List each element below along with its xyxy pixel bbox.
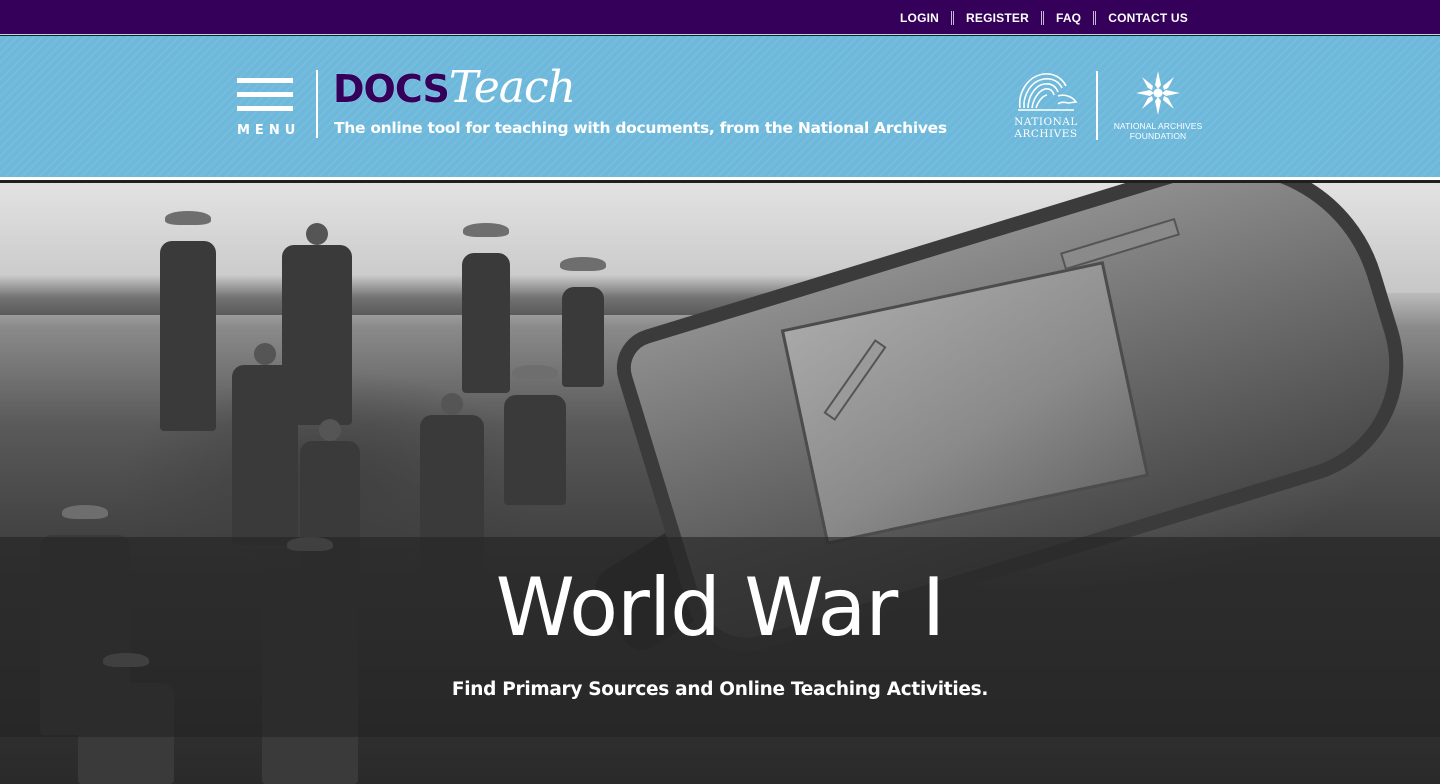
naf-line1: NATIONAL ARCHIVES: [1113, 121, 1203, 131]
logo-docs-text: DOCS: [333, 67, 450, 111]
photo-soldier-helmet: [62, 505, 108, 519]
site-header: MENU DOCSTeach The online tool for teach…: [0, 36, 1440, 180]
photo-soldier-helmet: [512, 365, 558, 379]
hamburger-icon: [237, 78, 293, 83]
photo-soldier: [232, 343, 298, 545]
utility-bar: LOGIN REGISTER FAQ CONTACT US: [0, 0, 1440, 35]
hero-subtitle: Find Primary Sources and Online Teaching…: [451, 679, 989, 700]
menu-button[interactable]: MENU: [237, 78, 295, 138]
photo-soldier-helmet: [165, 211, 211, 225]
eagle-icon: [1018, 73, 1078, 111]
naf-line2: FOUNDATION: [1129, 131, 1187, 141]
register-link[interactable]: REGISTER: [954, 11, 1041, 25]
photo-soldier-head: [306, 223, 328, 245]
header-divider: [1096, 71, 1098, 140]
utility-nav: LOGIN REGISTER FAQ CONTACT US: [888, 0, 1200, 35]
hero-title: World War I: [495, 561, 946, 654]
hero-banner: World War I Find Primary Sources and Onl…: [0, 183, 1440, 784]
photo-soldier: [504, 365, 566, 505]
na-line2: ARCHIVES: [1014, 128, 1078, 140]
foundation-text: NATIONAL ARCHIVES FOUNDATION: [1110, 121, 1206, 141]
national-archives-text: NATIONAL ARCHIVES: [1008, 116, 1084, 140]
docsteach-logo[interactable]: DOCSTeach: [333, 62, 576, 114]
national-archives-foundation-logo[interactable]: NATIONAL ARCHIVES FOUNDATION: [1110, 69, 1206, 145]
site-tagline: The online tool for teaching with docume…: [334, 119, 947, 137]
photo-soldier: [160, 211, 216, 431]
hamburger-icon-bar: [237, 106, 293, 111]
photo-soldier-head: [441, 393, 463, 415]
photo-soldier-helmet: [463, 223, 509, 237]
photo-soldier-head: [319, 419, 341, 441]
photo-soldier-head: [254, 343, 276, 365]
star-icon: [1136, 71, 1180, 115]
photo-soldier-helmet: [560, 257, 606, 271]
faq-link[interactable]: FAQ: [1044, 11, 1093, 25]
national-archives-logo[interactable]: NATIONAL ARCHIVES: [1008, 68, 1084, 144]
login-link[interactable]: LOGIN: [888, 11, 951, 25]
header-divider: [316, 70, 318, 138]
photo-soldier: [560, 257, 606, 387]
contact-us-link[interactable]: CONTACT US: [1096, 11, 1200, 25]
photo-soldier: [462, 223, 510, 393]
na-line1: NATIONAL: [1014, 116, 1078, 128]
hamburger-icon-bar: [237, 92, 293, 97]
logo-teach-text: Teach: [448, 62, 576, 113]
menu-label: MENU: [237, 123, 301, 138]
